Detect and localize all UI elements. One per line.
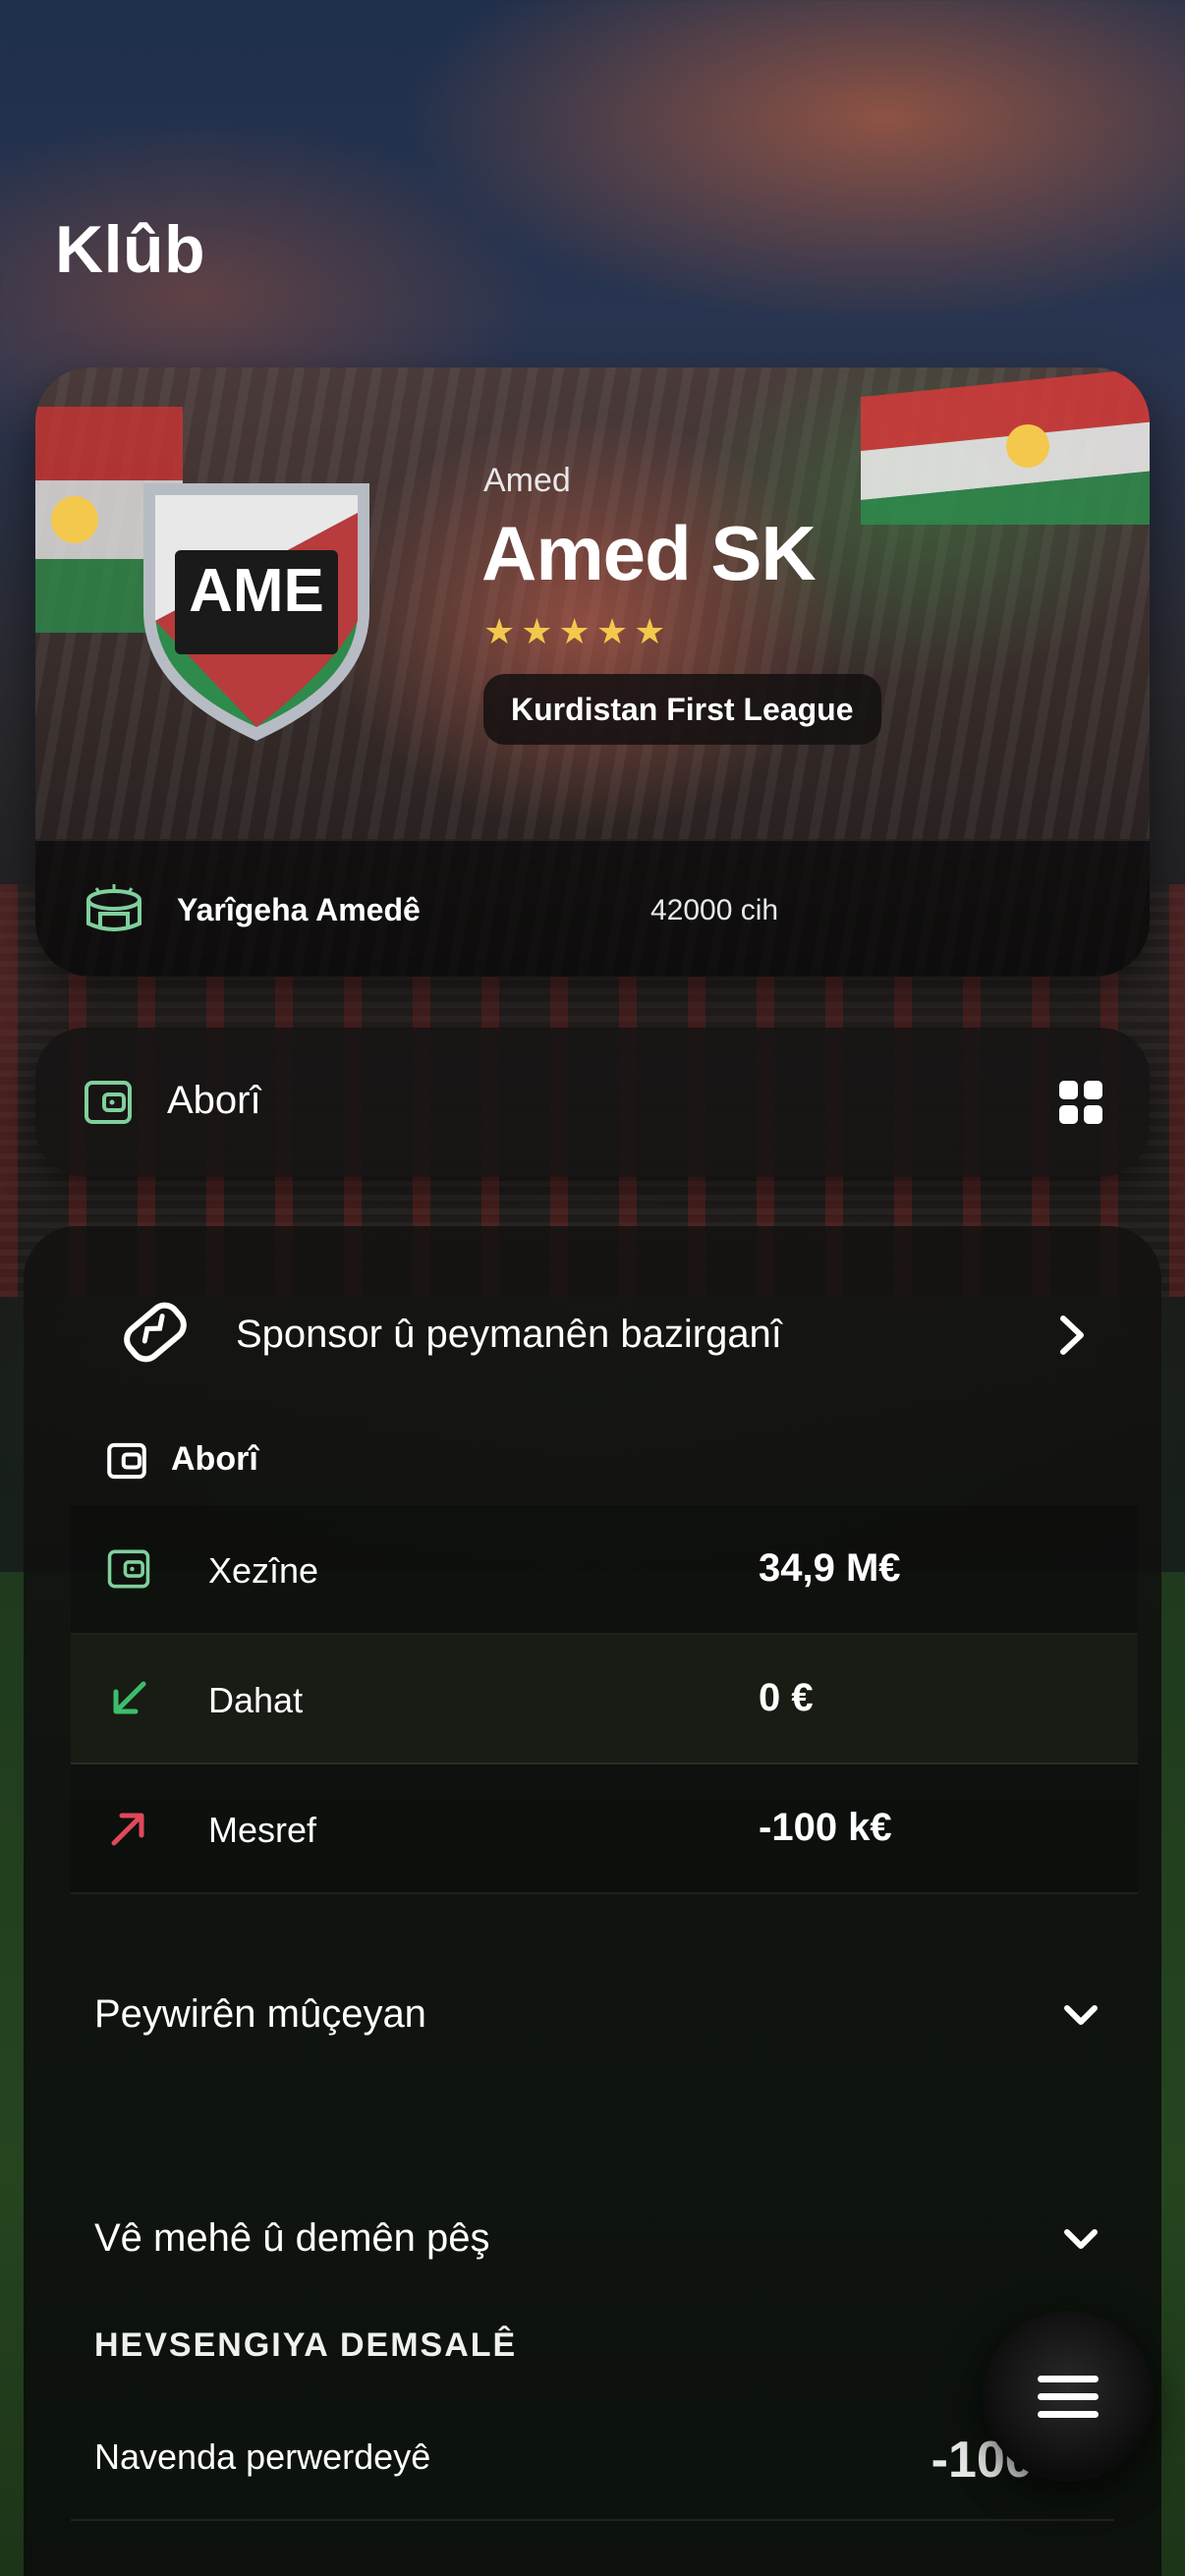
finance-table: Xezîne 34,9 M€ Dahat 0 € Mesref -100 k€: [71, 1505, 1138, 1894]
finance-row-income: Dahat 0 €: [71, 1635, 1138, 1764]
finance-header-label: Aborî: [167, 1079, 261, 1122]
sponsor-contracts-row[interactable]: Sponsor û peymanên bazirganî: [24, 1285, 1161, 1391]
finance-row-label: Dahat: [208, 1680, 304, 1720]
chevron-right-icon: [1060, 1316, 1084, 1355]
arrow-down-left-icon: [113, 1681, 146, 1714]
club-city: Amed: [483, 462, 571, 499]
wallet-icon: [107, 1549, 150, 1589]
chevron-down-icon: [1064, 2229, 1098, 2249]
club-name: Amed SK: [481, 510, 817, 596]
finance-section-wallet-icon: [107, 1442, 146, 1480]
staff-salaries-section[interactable]: Peywirên mûçeyan: [71, 1977, 1114, 2055]
finance-row-value: -100 k€: [759, 1806, 892, 1849]
league-badge[interactable]: Kurdistan First League: [483, 674, 881, 745]
kurdistan-flag-decoration: [861, 367, 1150, 525]
stadium-capacity: 42000 cih: [650, 894, 779, 926]
arrow-up-right-icon: [111, 1813, 144, 1846]
finance-section-title: Aborî: [171, 1440, 258, 1478]
club-crest-text: AME: [189, 557, 324, 625]
training-center-label: Navenda perwerdeyê: [94, 2436, 431, 2477]
handshake-icon: [124, 1302, 187, 1363]
stadium-icon: [86, 884, 141, 931]
finance-row-label: Mesref: [208, 1810, 317, 1850]
this-month-section[interactable]: Vê mehê û demên pêş: [71, 2201, 1114, 2279]
finance-row-expense: Mesref -100 k€: [71, 1764, 1138, 1894]
league-name: Kurdistan First League: [511, 691, 854, 727]
finance-row-value: 0 €: [759, 1676, 814, 1719]
stadium-name: Yarîgeha Amedê: [177, 892, 421, 927]
finance-header-bar[interactable]: Aborî: [35, 1028, 1150, 1177]
finance-row-treasury: Xezîne 34,9 M€: [71, 1505, 1138, 1635]
club-card[interactable]: AME Amed Amed SK ★★★★★ Kurdistan First L…: [35, 367, 1150, 977]
page-title: Klûb: [55, 212, 206, 287]
chevron-down-icon: [1064, 2005, 1098, 2025]
stadium-info-bar: Yarîgeha Amedê 42000 cih: [35, 839, 1150, 977]
menu-fab-button[interactable]: [983, 2311, 1154, 2482]
club-rating-stars: ★★★★★: [483, 611, 672, 651]
wallet-icon: [85, 1081, 132, 1124]
hamburger-menu-icon: [1038, 2376, 1099, 2382]
this-month-label: Vê mehê û demên pêş: [94, 2216, 490, 2260]
grid-view-icon[interactable]: [1059, 1081, 1102, 1124]
season-balance-row: Navenda perwerdeyê -100 k€: [71, 2413, 1114, 2521]
sponsor-contracts-label: Sponsor û peymanên bazirganî: [236, 1313, 782, 1356]
finance-row-label: Xezîne: [208, 1550, 319, 1591]
staff-salaries-label: Peywirên mûçeyan: [94, 1992, 426, 2036]
finance-row-value: 34,9 M€: [759, 1546, 901, 1590]
season-balance-title: HEVSENGIYA DEMSALÊ: [94, 2326, 518, 2364]
